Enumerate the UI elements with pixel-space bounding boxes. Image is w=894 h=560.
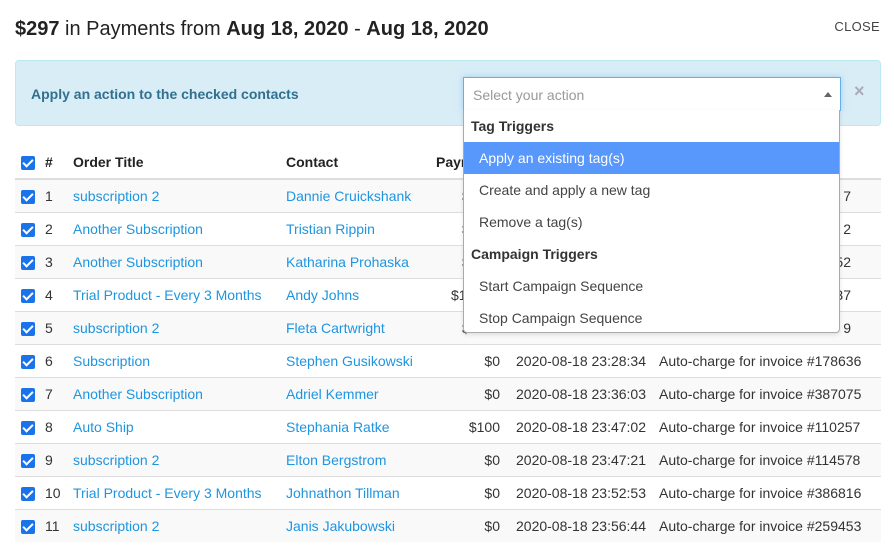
- contact-link[interactable]: Katharina Prohaska: [286, 254, 409, 270]
- order-title-link[interactable]: Another Subscription: [73, 254, 203, 270]
- order-title-link[interactable]: Trial Product - Every 3 Months: [73, 485, 262, 501]
- order-title-link[interactable]: subscription 2: [73, 518, 159, 534]
- order-title-link[interactable]: Subscription: [73, 353, 150, 369]
- table-row: 11 subscription 2 Janis Jakubowski $0 20…: [15, 508, 881, 542]
- row-number: 8: [45, 409, 73, 443]
- contact-link[interactable]: Johnathon Tillman: [286, 485, 400, 501]
- order-title-link[interactable]: subscription 2: [73, 320, 159, 336]
- row-checkbox[interactable]: [21, 321, 35, 336]
- row-number: 1: [45, 178, 73, 212]
- payment-description: Auto-charge for invoice #259453: [659, 508, 881, 542]
- dropdown-option[interactable]: Remove a tag(s): [464, 206, 839, 238]
- payment-date: 2020-08-18 23:52:53: [516, 475, 659, 509]
- row-number: 4: [45, 277, 73, 311]
- payment-description: Auto-charge for invoice #114578: [659, 442, 881, 476]
- table-row: 10 Trial Product - Every 3 Months Johnat…: [15, 475, 881, 509]
- order-title-link[interactable]: Another Subscription: [73, 386, 203, 402]
- order-title-link[interactable]: Another Subscription: [73, 221, 203, 237]
- contact-link[interactable]: Fleta Cartwright: [286, 320, 385, 336]
- order-title-link[interactable]: subscription 2: [73, 188, 159, 204]
- row-checkbox[interactable]: [21, 453, 35, 468]
- table-row: 9 subscription 2 Elton Bergstrom $0 2020…: [15, 442, 881, 476]
- payment-description: Auto-charge for invoice #178636: [659, 343, 881, 377]
- contact-link[interactable]: Elton Bergstrom: [286, 452, 386, 468]
- action-dropdown: Tag Triggers Apply an existing tag(s) Crea…: [463, 110, 840, 333]
- col-contact[interactable]: Contact: [286, 146, 436, 180]
- row-checkbox[interactable]: [21, 387, 35, 402]
- payment-amount: $0: [484, 484, 500, 501]
- option-group-label: Campaign Triggers: [471, 246, 598, 262]
- payment-amount: $0: [484, 517, 500, 534]
- table-row: 8 Auto Ship Stephania Ratke $100 2020-08…: [15, 409, 881, 443]
- contact-link[interactable]: Stephania Ratke: [286, 419, 390, 435]
- payment-amount: $0: [484, 451, 500, 468]
- contact-link[interactable]: Dannie Cruickshank: [286, 188, 411, 204]
- row-number: 9: [45, 442, 73, 476]
- row-checkbox[interactable]: [21, 222, 35, 237]
- payment-date: 2020-08-18 23:56:44: [516, 508, 659, 542]
- contact-link[interactable]: Tristian Rippin: [286, 221, 375, 237]
- payment-description: Auto-charge for invoice #387075: [659, 376, 881, 410]
- table-row: 7 Another Subscription Adriel Kemmer $0 …: [15, 376, 881, 410]
- row-number: 7: [45, 376, 73, 410]
- order-title-link[interactable]: Auto Ship: [73, 419, 134, 435]
- row-checkbox[interactable]: [21, 420, 35, 435]
- select-all-checkbox[interactable]: [21, 156, 35, 171]
- row-number: 3: [45, 244, 73, 278]
- page-title: $297 in Payments from Aug 18, 2020 - Aug…: [15, 18, 489, 40]
- row-checkbox[interactable]: [21, 255, 35, 270]
- payment-amount: $0: [484, 385, 500, 402]
- row-number: 10: [45, 475, 73, 509]
- payment-amount: $100: [468, 418, 500, 435]
- dropdown-option[interactable]: Apply an existing tag(s): [464, 142, 839, 174]
- caret-up-icon: [824, 92, 832, 97]
- row-number: 11: [45, 508, 73, 542]
- payment-description: Auto-charge for invoice #110257: [659, 409, 881, 443]
- payment-date: 2020-08-18 23:47:21: [516, 442, 659, 476]
- option-group-label: Tag Triggers: [471, 118, 554, 134]
- payment-amount: $0: [484, 352, 500, 369]
- order-title-link[interactable]: subscription 2: [73, 452, 159, 468]
- close-button[interactable]: CLOSE: [834, 19, 880, 34]
- contact-link[interactable]: Stephen Gusikowski: [286, 353, 413, 369]
- contact-link[interactable]: Janis Jakubowski: [286, 518, 395, 534]
- select-placeholder: Select your action: [473, 87, 585, 103]
- payment-date: 2020-08-18 23:36:03: [516, 376, 659, 410]
- payment-date: 2020-08-18 23:47:02: [516, 409, 659, 443]
- row-checkbox[interactable]: [21, 288, 35, 303]
- dropdown-option[interactable]: Start Campaign Sequence: [464, 270, 839, 302]
- row-checkbox[interactable]: [21, 189, 35, 204]
- contact-link[interactable]: Adriel Kemmer: [286, 386, 379, 402]
- payment-date: 2020-08-18 23:28:34: [516, 343, 659, 377]
- row-checkbox[interactable]: [21, 519, 35, 534]
- col-number: #: [45, 146, 73, 180]
- col-order-title[interactable]: Order Title: [73, 146, 286, 180]
- order-title-link[interactable]: Trial Product - Every 3 Months: [73, 287, 262, 303]
- row-checkbox[interactable]: [21, 486, 35, 501]
- contact-link[interactable]: Andy Johns: [286, 287, 359, 303]
- action-select[interactable]: Select your action: [463, 77, 841, 111]
- dropdown-option[interactable]: Create and apply a new tag: [464, 174, 839, 206]
- row-number: 5: [45, 310, 73, 344]
- dropdown-option[interactable]: Stop Campaign Sequence: [464, 302, 839, 334]
- action-label: Apply an action to the checked contacts: [31, 86, 299, 102]
- row-number: 6: [45, 343, 73, 377]
- row-checkbox[interactable]: [21, 354, 35, 369]
- dismiss-icon[interactable]: ×: [854, 81, 865, 102]
- table-row: 6 Subscription Stephen Gusikowski $0 202…: [15, 343, 881, 377]
- payment-description: Auto-charge for invoice #386816: [659, 475, 881, 509]
- row-number: 2: [45, 211, 73, 245]
